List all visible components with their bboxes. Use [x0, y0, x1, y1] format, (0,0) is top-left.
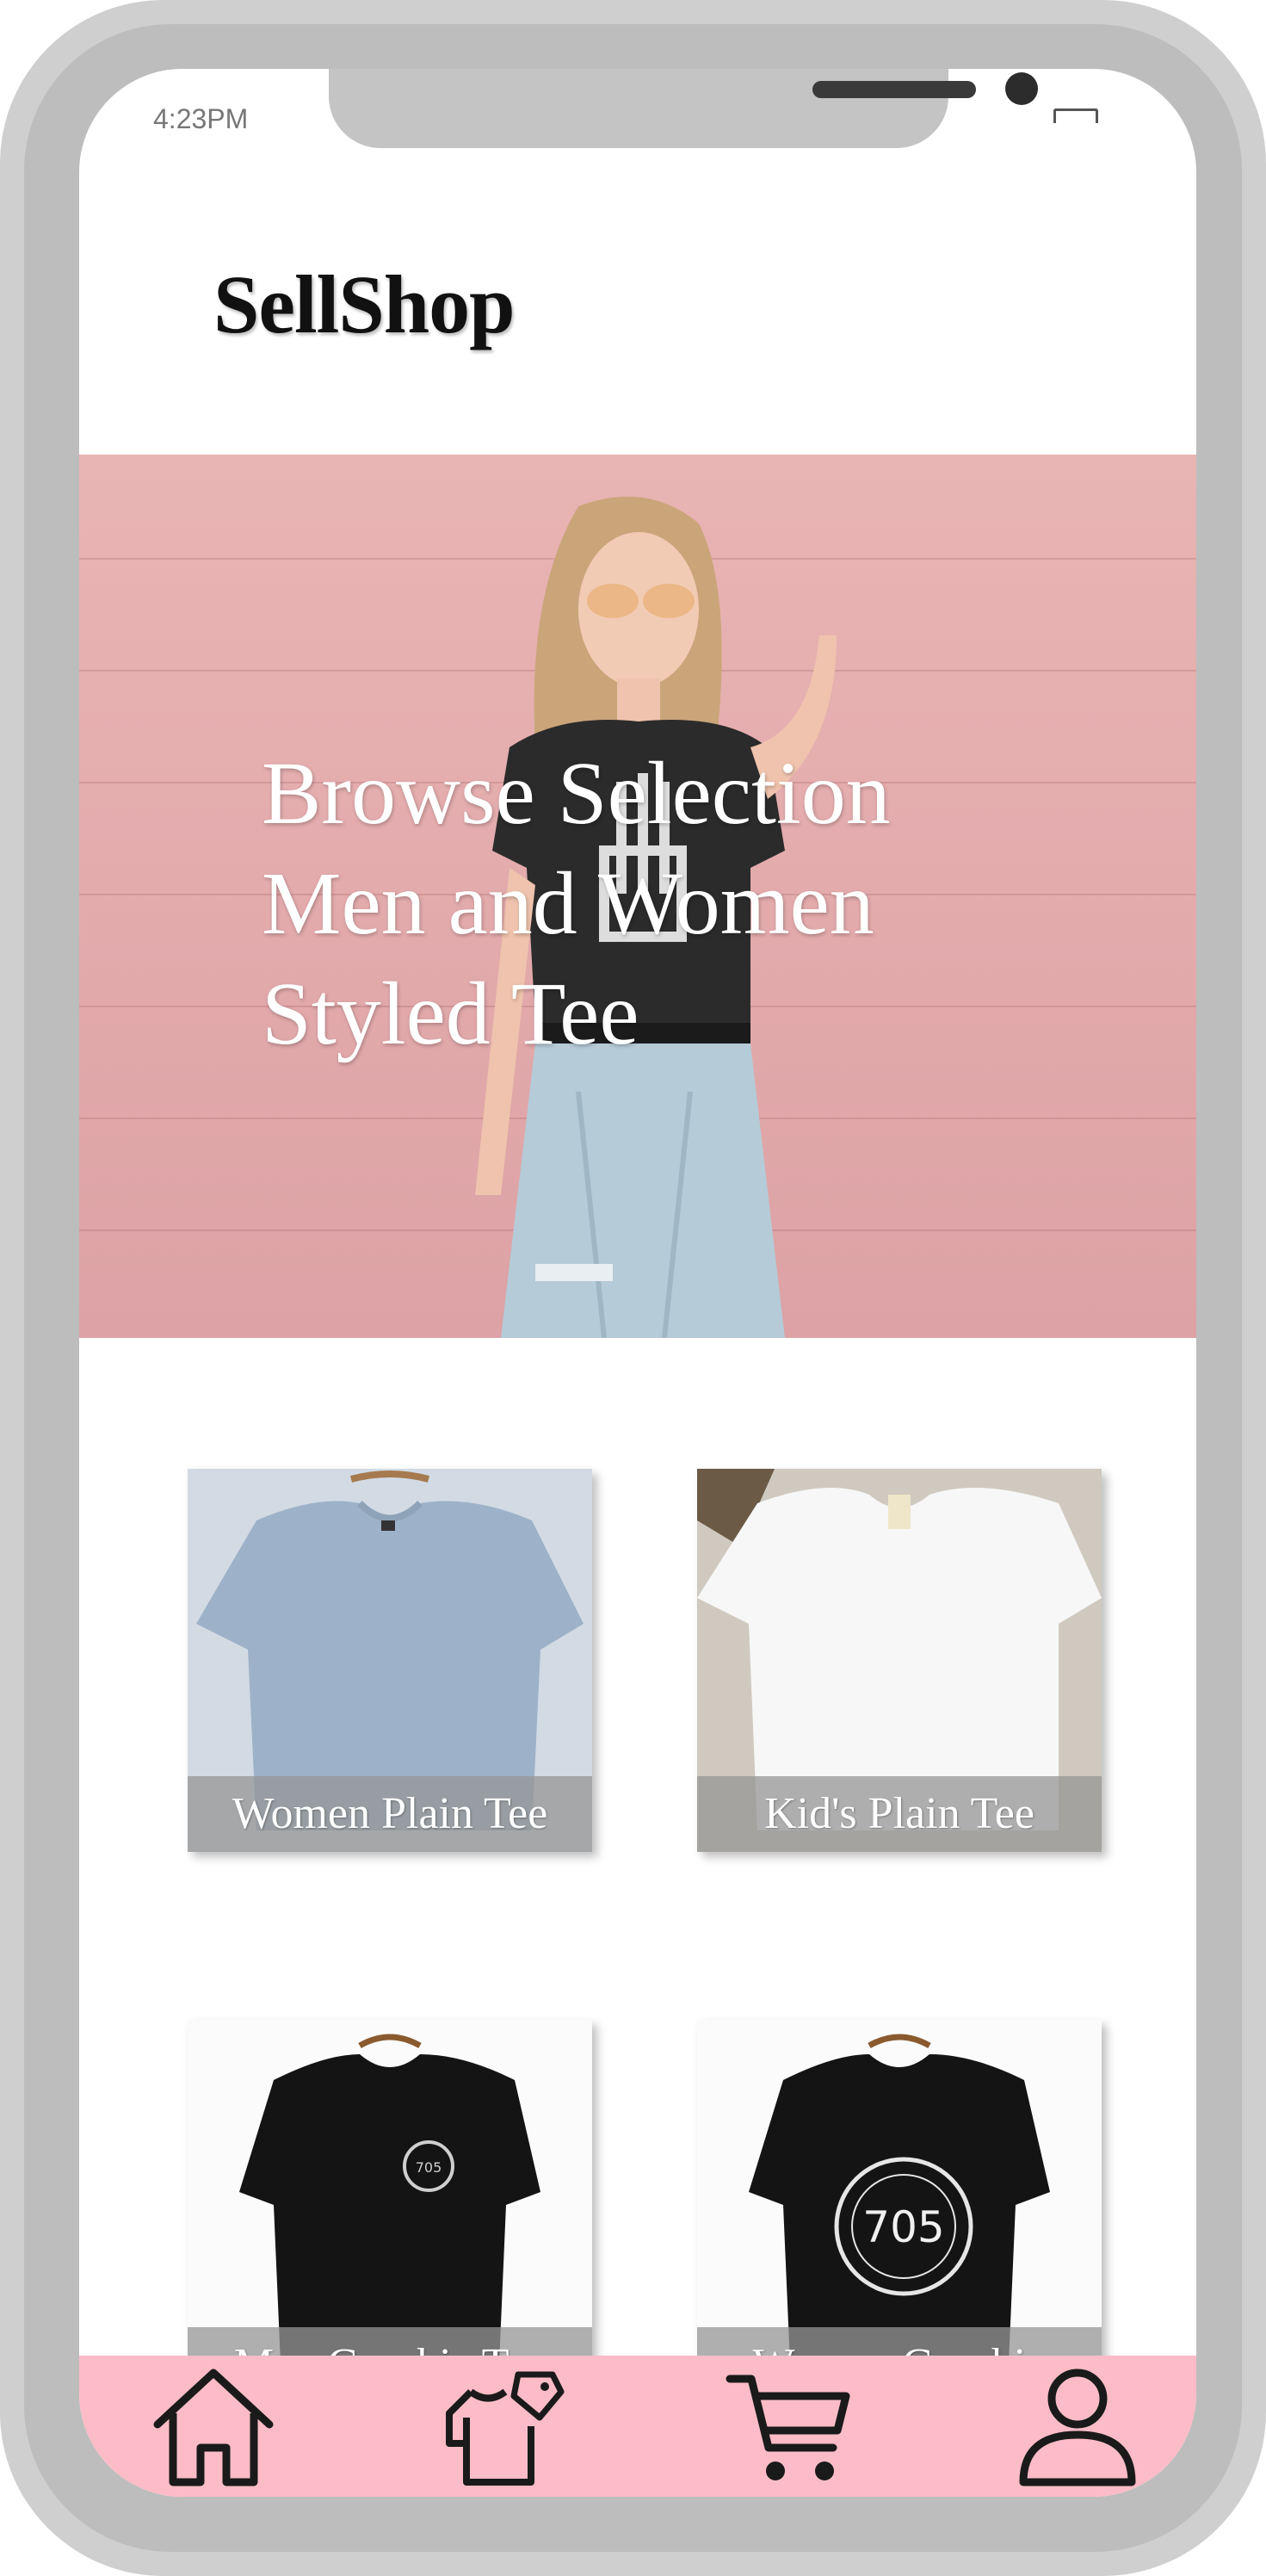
- app-screen: 4:23PM SellShop Browse Selection Men and…: [79, 69, 1196, 2497]
- cart-icon: [726, 2375, 850, 2480]
- nav-cart-button[interactable]: [721, 2361, 859, 2492]
- bottom-navigation: [79, 2356, 1196, 2497]
- hero-line-1: Browse Selection: [262, 744, 891, 843]
- product-card-men-graphic-tee[interactable]: 705 Men Graphic Tee: [188, 2020, 592, 2403]
- product-label: Women Plain Tee: [188, 1776, 592, 1852]
- front-camera: [1005, 72, 1038, 105]
- battery-icon: [1053, 108, 1098, 123]
- product-card-women-graphic[interactable]: 705 Women Graphic: [697, 2020, 1102, 2403]
- home-icon: [153, 2369, 274, 2486]
- hero-line-3: Styled Tee: [262, 964, 639, 1063]
- nav-profile-button[interactable]: [1009, 2361, 1146, 2492]
- small-badge-text: 705: [416, 2159, 442, 2176]
- app-logo[interactable]: SellShop: [213, 257, 516, 352]
- user-icon: [1019, 2369, 1136, 2486]
- product-card-women-plain-tee[interactable]: Women Plain Tee: [188, 1469, 592, 1852]
- hero-line-2: Men and Women: [262, 854, 874, 953]
- badge-text: 705: [862, 2202, 944, 2252]
- hero-banner[interactable]: Browse Selection Men and Women Styled Te…: [79, 455, 1196, 1338]
- speaker-grille: [812, 81, 976, 98]
- clothing-tag-icon: [446, 2371, 565, 2486]
- product-label: Kid's Plain Tee: [697, 1776, 1102, 1852]
- nav-home-button[interactable]: [145, 2361, 282, 2492]
- status-time: 4:23PM: [153, 103, 249, 134]
- hero-headline: Browse Selection Men and Women Styled Te…: [262, 739, 1036, 1069]
- product-card-kids-plain-tee[interactable]: Kid's Plain Tee: [697, 1469, 1102, 1852]
- nav-catalog-button[interactable]: [432, 2361, 570, 2492]
- phone-notch: [329, 69, 1038, 148]
